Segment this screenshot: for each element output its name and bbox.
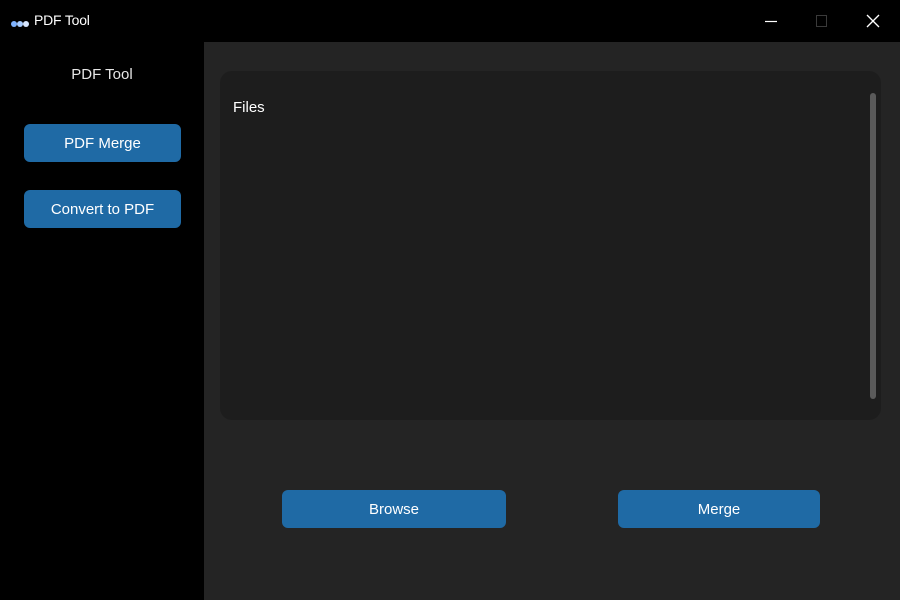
- pdf-merge-button[interactable]: PDF Merge: [24, 124, 181, 162]
- files-scrollbar[interactable]: [870, 93, 876, 399]
- minimize-icon: [765, 15, 777, 27]
- app-dots-icon: [10, 16, 30, 27]
- app-window: PDF Tool PDF Tool PDF Merge Convert to P…: [0, 0, 900, 600]
- close-icon: [866, 14, 880, 28]
- maximize-icon: [816, 15, 828, 27]
- close-button[interactable]: [848, 0, 898, 42]
- main-content: Files Browse Merge: [204, 42, 900, 600]
- files-list-panel[interactable]: Files: [220, 71, 881, 420]
- browse-button[interactable]: Browse: [282, 490, 506, 528]
- files-label: Files: [233, 99, 265, 116]
- sidebar-title: PDF Tool: [71, 66, 133, 83]
- minimize-button[interactable]: [746, 0, 796, 42]
- convert-to-pdf-button[interactable]: Convert to PDF: [24, 190, 181, 228]
- merge-button[interactable]: Merge: [618, 490, 820, 528]
- title-bar[interactable]: PDF Tool: [0, 0, 900, 42]
- window-title: PDF Tool: [34, 12, 90, 28]
- maximize-button[interactable]: [797, 0, 847, 42]
- sidebar: PDF Tool PDF Merge Convert to PDF: [0, 42, 204, 600]
